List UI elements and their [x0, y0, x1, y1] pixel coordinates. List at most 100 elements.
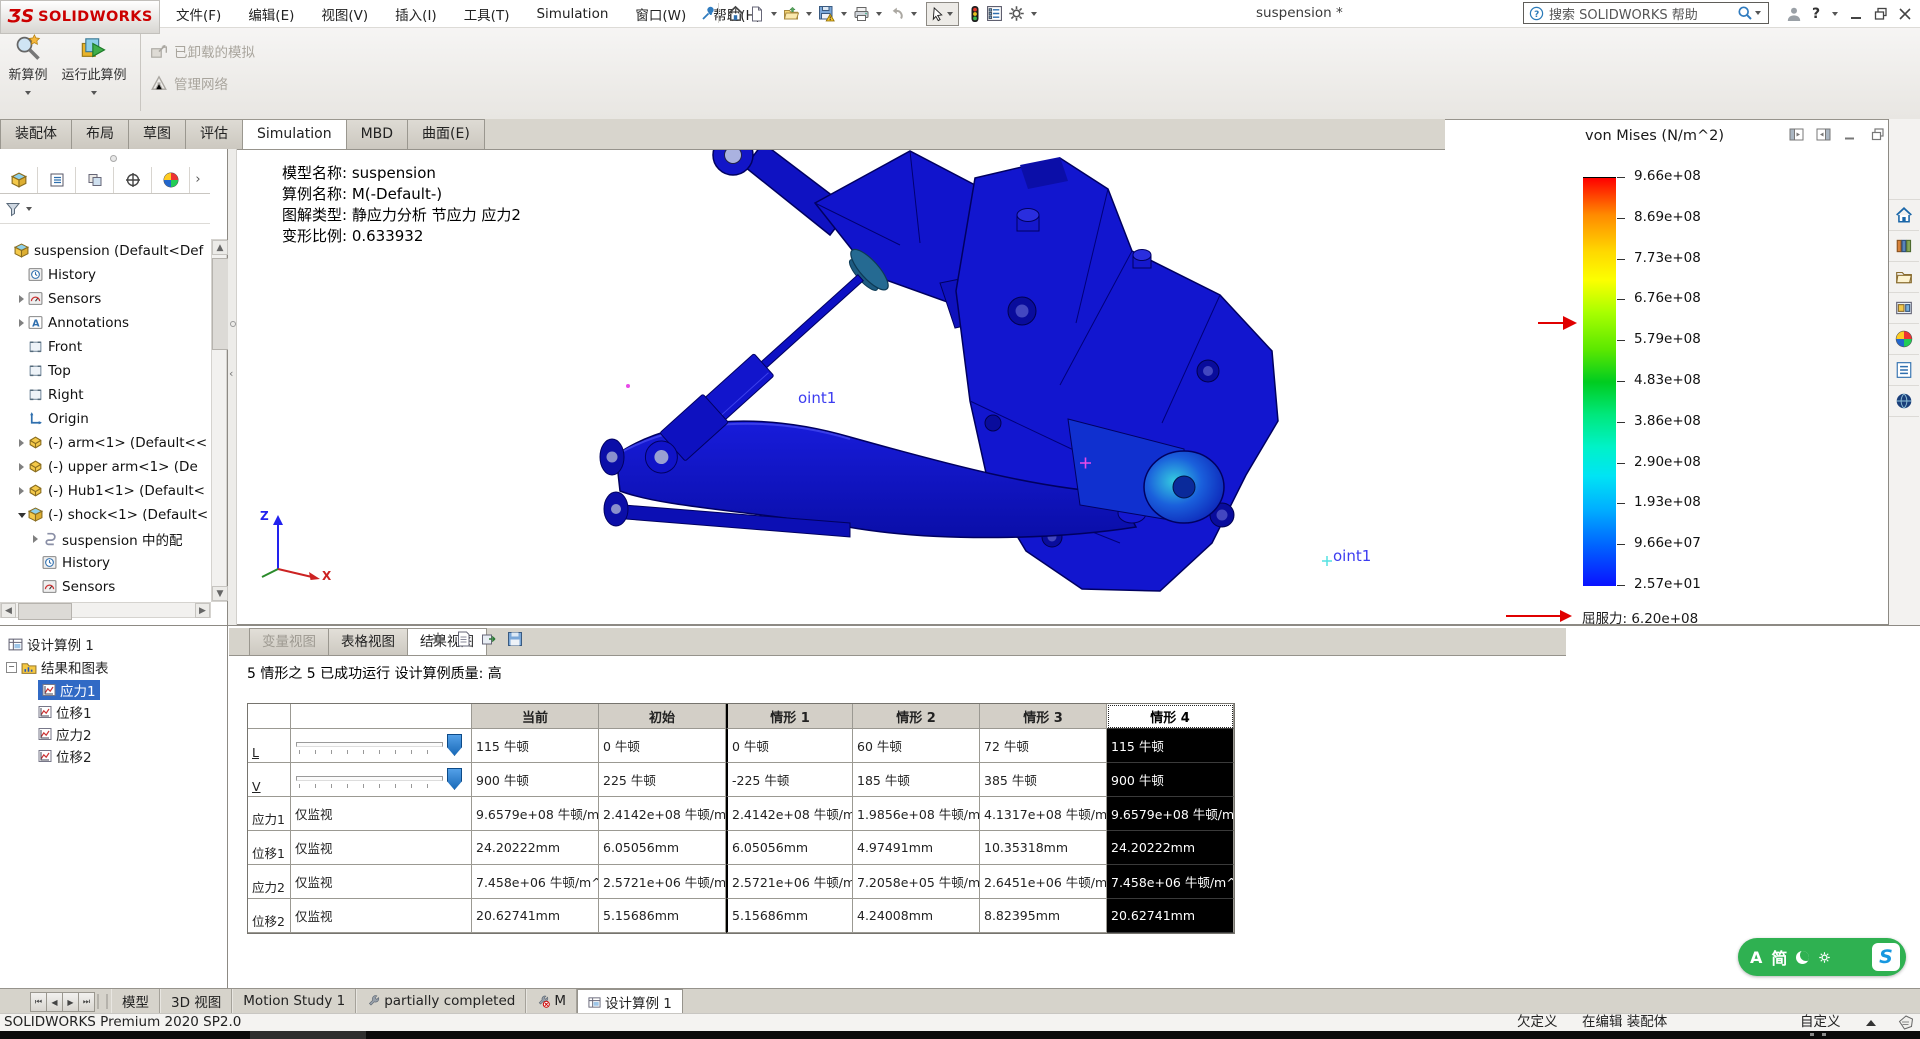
filter-icon[interactable] [5, 201, 21, 217]
tree-item-6[interactable]: Right [0, 383, 211, 407]
value-cell-r3-c3[interactable]: 4.97491mm [853, 831, 980, 865]
command-tab-1[interactable]: 布局 [71, 119, 129, 149]
value-cell-r5-c2[interactable]: 5.15686mm [726, 899, 853, 933]
value-cell-r3-c0[interactable]: 24.20222mm [472, 831, 599, 865]
value-cell-r2-c4[interactable]: 4.1317e+08 牛顿/m^2 [980, 797, 1107, 831]
command-tab-4[interactable]: Simulation [242, 119, 347, 149]
undo-dropdown-icon[interactable] [911, 12, 917, 16]
tree-item-14[interactable]: Sensors [0, 575, 211, 599]
tree-vertical-scrollbar[interactable]: ▲ ▼ [211, 239, 227, 602]
result-item-3[interactable]: 位移2 [38, 746, 92, 766]
doc-tab-5[interactable]: 设计算例 1 [577, 989, 683, 1014]
doc-tab-4[interactable]: M [526, 989, 577, 1013]
value-cell-r3-c2[interactable]: 6.05056mm [726, 831, 853, 865]
ime-moon-icon[interactable] [1796, 951, 1809, 964]
tree-item-0[interactable]: suspension (Default<Def [0, 239, 211, 263]
value-cell-r5-c3[interactable]: 4.24008mm [853, 899, 980, 933]
results-folder-item[interactable]: − 结果和图表 [6, 657, 109, 677]
close-button[interactable] [1898, 7, 1912, 21]
menu-item-0[interactable]: 文件(F) [176, 4, 221, 24]
tree-item-8[interactable]: (-) arm<1> (Default<< [0, 431, 211, 455]
tree-item-5[interactable]: Top [0, 359, 211, 383]
value-cell-r2-c1[interactable]: 2.4142e+08 牛顿/m^2 [599, 797, 726, 831]
tree-item-10[interactable]: (-) Hub1<1> (Default< [0, 479, 211, 503]
filter-dropdown-icon[interactable] [26, 207, 32, 211]
row-label-0[interactable]: L [248, 729, 291, 763]
column-header-0[interactable]: 当前 [472, 704, 599, 729]
value-cell-r0-c2[interactable]: 0 牛顿 [726, 729, 853, 763]
result-item-2[interactable]: 应力2 [38, 724, 92, 744]
expander-icon[interactable] [16, 513, 27, 518]
monitor-cell-5[interactable]: 仅监视 [291, 899, 472, 933]
doc-tab-2[interactable]: Motion Study 1 [232, 989, 356, 1013]
new-study-button[interactable]: 新算例 [4, 33, 52, 113]
tab-display-manager[interactable] [152, 167, 190, 193]
tab-bar-grip[interactable] [97, 994, 108, 1009]
expander-icon[interactable] [16, 463, 27, 471]
help-dropdown-icon[interactable] [1832, 12, 1838, 16]
home-tab-icon[interactable] [1889, 200, 1919, 231]
status-tag-icon[interactable] [1898, 1015, 1914, 1030]
monitor-cell-2[interactable]: 仅监视 [291, 797, 472, 831]
value-cell-r4-c0[interactable]: 7.458e+06 牛顿/m^2 [472, 865, 599, 899]
row-label-4[interactable]: 应力2 [248, 865, 291, 899]
search-box[interactable]: ? 搜索 SOLIDWORKS 帮助 [1523, 2, 1769, 24]
expander-icon[interactable] [16, 295, 27, 303]
tree-item-4[interactable]: Front [0, 335, 211, 359]
undo-icon[interactable] [887, 3, 906, 25]
new-document-icon[interactable] [748, 3, 766, 25]
study-export-icon[interactable] [481, 631, 497, 647]
expander-icon[interactable] [16, 319, 27, 327]
parameter-slider[interactable] [291, 729, 471, 762]
open-dropdown-icon[interactable] [806, 12, 812, 16]
column-header-4[interactable]: 情形 3 [980, 704, 1107, 729]
next-tab-icon[interactable]: ▶ [62, 992, 79, 1012]
value-cell-r1-c5[interactable]: 900 牛顿 [1107, 763, 1234, 797]
account-icon[interactable] [1786, 6, 1802, 22]
result-item-1[interactable]: 位移1 [38, 702, 92, 722]
suspension-model[interactable] [520, 123, 1580, 623]
options-list-icon[interactable] [985, 3, 1004, 25]
value-cell-r1-c1[interactable]: 225 牛顿 [599, 763, 726, 797]
status-customize[interactable]: 自定义 [1800, 1014, 1841, 1031]
value-cell-r2-c5[interactable]: 9.6579e+08 牛顿/m^2 [1107, 797, 1234, 831]
run-study-button[interactable]: 运行此算例 [56, 33, 132, 113]
command-tab-3[interactable]: 评估 [185, 119, 243, 149]
study-settings-gear-icon[interactable] [430, 631, 446, 647]
column-header-1[interactable]: 初始 [599, 704, 726, 729]
viewport-restore-icon[interactable] [1869, 127, 1886, 142]
value-cell-r0-c1[interactable]: 0 牛顿 [599, 729, 726, 763]
restore-button[interactable] [1874, 7, 1888, 21]
slider-cell-0[interactable] [291, 729, 472, 763]
file-explorer-icon[interactable] [1889, 262, 1919, 293]
ime-mode-en[interactable]: A [1750, 948, 1762, 967]
expander-icon[interactable] [30, 535, 41, 543]
design-study-header[interactable]: 设计算例 1 [8, 634, 94, 654]
study-save-icon[interactable] [507, 631, 523, 647]
value-cell-r4-c1[interactable]: 2.5721e+06 牛顿/m^2 [599, 865, 726, 899]
select-tool-button[interactable] [926, 2, 959, 26]
open-icon[interactable] [782, 3, 801, 25]
value-cell-r1-c3[interactable]: 185 牛顿 [853, 763, 980, 797]
save-icon[interactable] [817, 3, 836, 25]
value-cell-r4-c3[interactable]: 7.2058e+05 牛顿/m^2 [853, 865, 980, 899]
tab-configuration-manager[interactable] [76, 167, 114, 193]
select-dropdown-icon[interactable] [947, 12, 953, 16]
run-study-dropdown-icon[interactable] [91, 91, 97, 95]
menu-item-2[interactable]: 视图(V) [321, 4, 368, 24]
home-icon[interactable] [726, 3, 745, 25]
viewport-minimize-icon[interactable] [1842, 127, 1859, 142]
design-library-icon[interactable] [1889, 231, 1919, 262]
command-tab-5[interactable]: MBD [346, 119, 408, 149]
new-study-dropdown-icon[interactable] [25, 91, 31, 95]
last-tab-icon[interactable]: ⏭ [78, 992, 95, 1012]
tree-splitter[interactable]: ‹ [228, 149, 237, 625]
help-menu[interactable]: ? [1812, 6, 1820, 22]
tab-property-manager[interactable] [38, 167, 76, 193]
appearances-icon[interactable] [1889, 324, 1919, 355]
custom-properties-icon[interactable] [1889, 355, 1919, 386]
tree-tab-overflow-icon[interactable]: › [190, 172, 206, 187]
print-dropdown-icon[interactable] [876, 12, 882, 16]
new-dropdown-icon[interactable] [771, 12, 777, 16]
tab-dimxpert-manager[interactable] [114, 167, 152, 193]
